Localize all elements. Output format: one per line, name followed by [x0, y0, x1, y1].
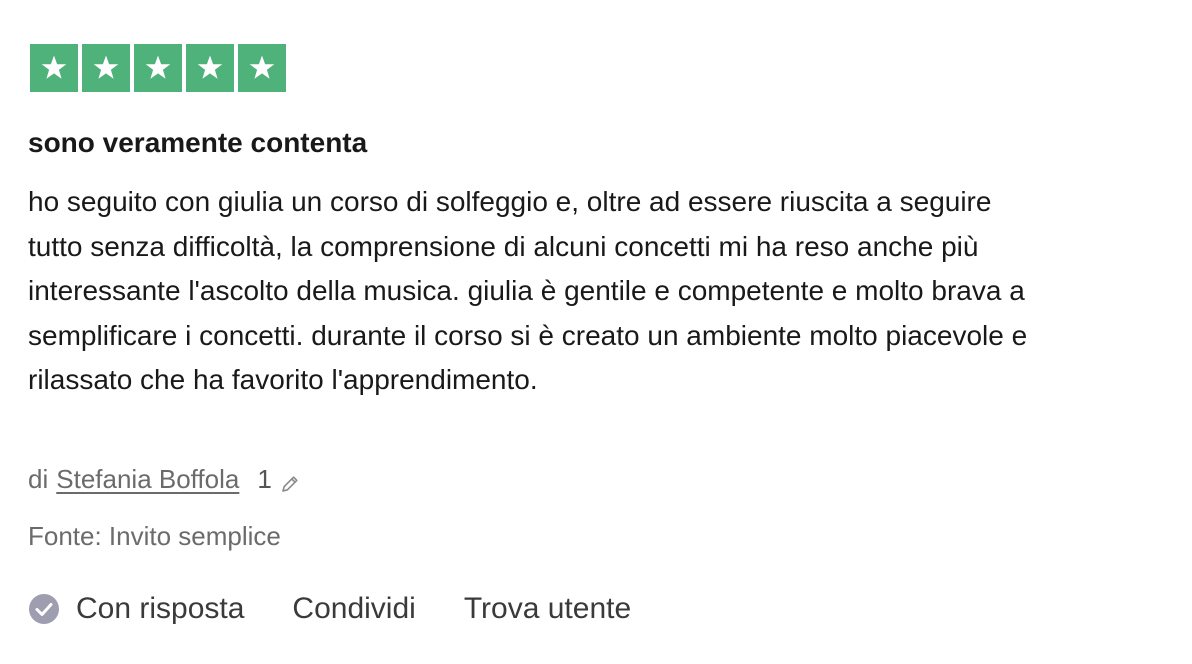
find-user-button[interactable]: Trova utente	[464, 592, 631, 626]
review-count: 1	[257, 464, 272, 494]
review-card: sono veramente contenta ho seguito con g…	[0, 0, 1192, 664]
star-rating	[30, 44, 286, 92]
review-body-line: rilassato che ha favorito l'apprendiment…	[28, 364, 538, 395]
review-body-line: interessante l'ascolto della musica. giu…	[28, 275, 1025, 306]
pencil-icon	[280, 470, 300, 492]
review-source: Fonte: Invito semplice	[28, 521, 281, 551]
star-icon	[186, 44, 234, 92]
replied-label: Con risposta	[76, 592, 245, 625]
author-link[interactable]: Stefania Boffola	[56, 464, 239, 495]
review-body-line: semplificare i concetti. durante il cors…	[28, 319, 1028, 351]
review-body: ho seguito con giulia un corso di solfeg…	[28, 180, 1192, 403]
share-button[interactable]: Condividi	[292, 592, 415, 626]
star-icon	[30, 44, 78, 92]
review-body-line: tutto senza difficoltà, la comprensione …	[28, 230, 979, 262]
review-title: sono veramente contenta	[28, 127, 368, 158]
check-circle-icon	[28, 593, 60, 625]
replied-button[interactable]: Con risposta	[28, 592, 244, 626]
star-icon	[134, 44, 182, 92]
byline-prefix: di	[28, 464, 49, 494]
review-byline: di Stefania Boffola 1	[28, 464, 300, 495]
star-icon	[238, 44, 286, 92]
review-actions: Con risposta Condividi Trova utente	[28, 592, 631, 626]
star-icon	[82, 44, 130, 92]
review-body-line: ho seguito con giulia un corso di solfeg…	[28, 186, 992, 217]
